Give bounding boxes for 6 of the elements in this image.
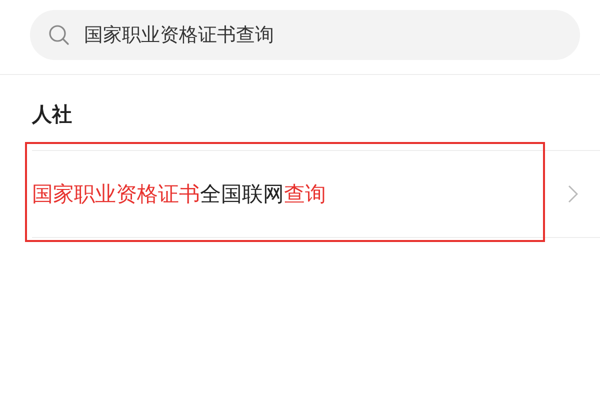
search-input[interactable]: 国家职业资格证书查询: [84, 24, 544, 46]
chevron-icon: [568, 185, 578, 203]
search-icon: [48, 24, 70, 46]
search-field[interactable]: 国家职业资格证书查询: [30, 10, 580, 60]
result-title[interactable]: 国家职业资格证书全国联网查询: [32, 180, 326, 208]
section-title: 人社: [32, 101, 72, 128]
